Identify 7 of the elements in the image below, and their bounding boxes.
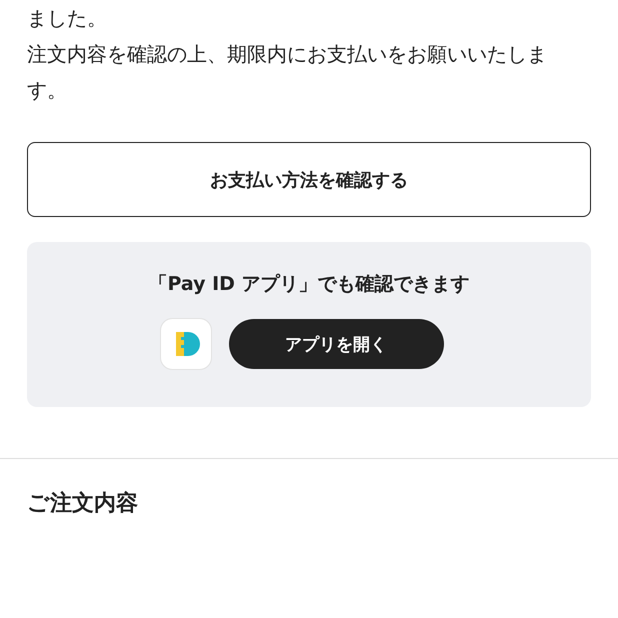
section-title: ご注文内容	[27, 490, 139, 518]
app-icon	[160, 318, 212, 370]
card-title: 「Pay ID アプリ」でも確認できます	[148, 272, 470, 297]
message-text: 注文内容を確認の上、期限内にお支払いをお願いいたします。	[27, 41, 548, 104]
payment-method-button[interactable]: お支払い方法を確認する	[27, 142, 591, 217]
open-app-button[interactable]: アプリを開く	[228, 319, 444, 369]
message-text: ました。	[27, 5, 108, 32]
